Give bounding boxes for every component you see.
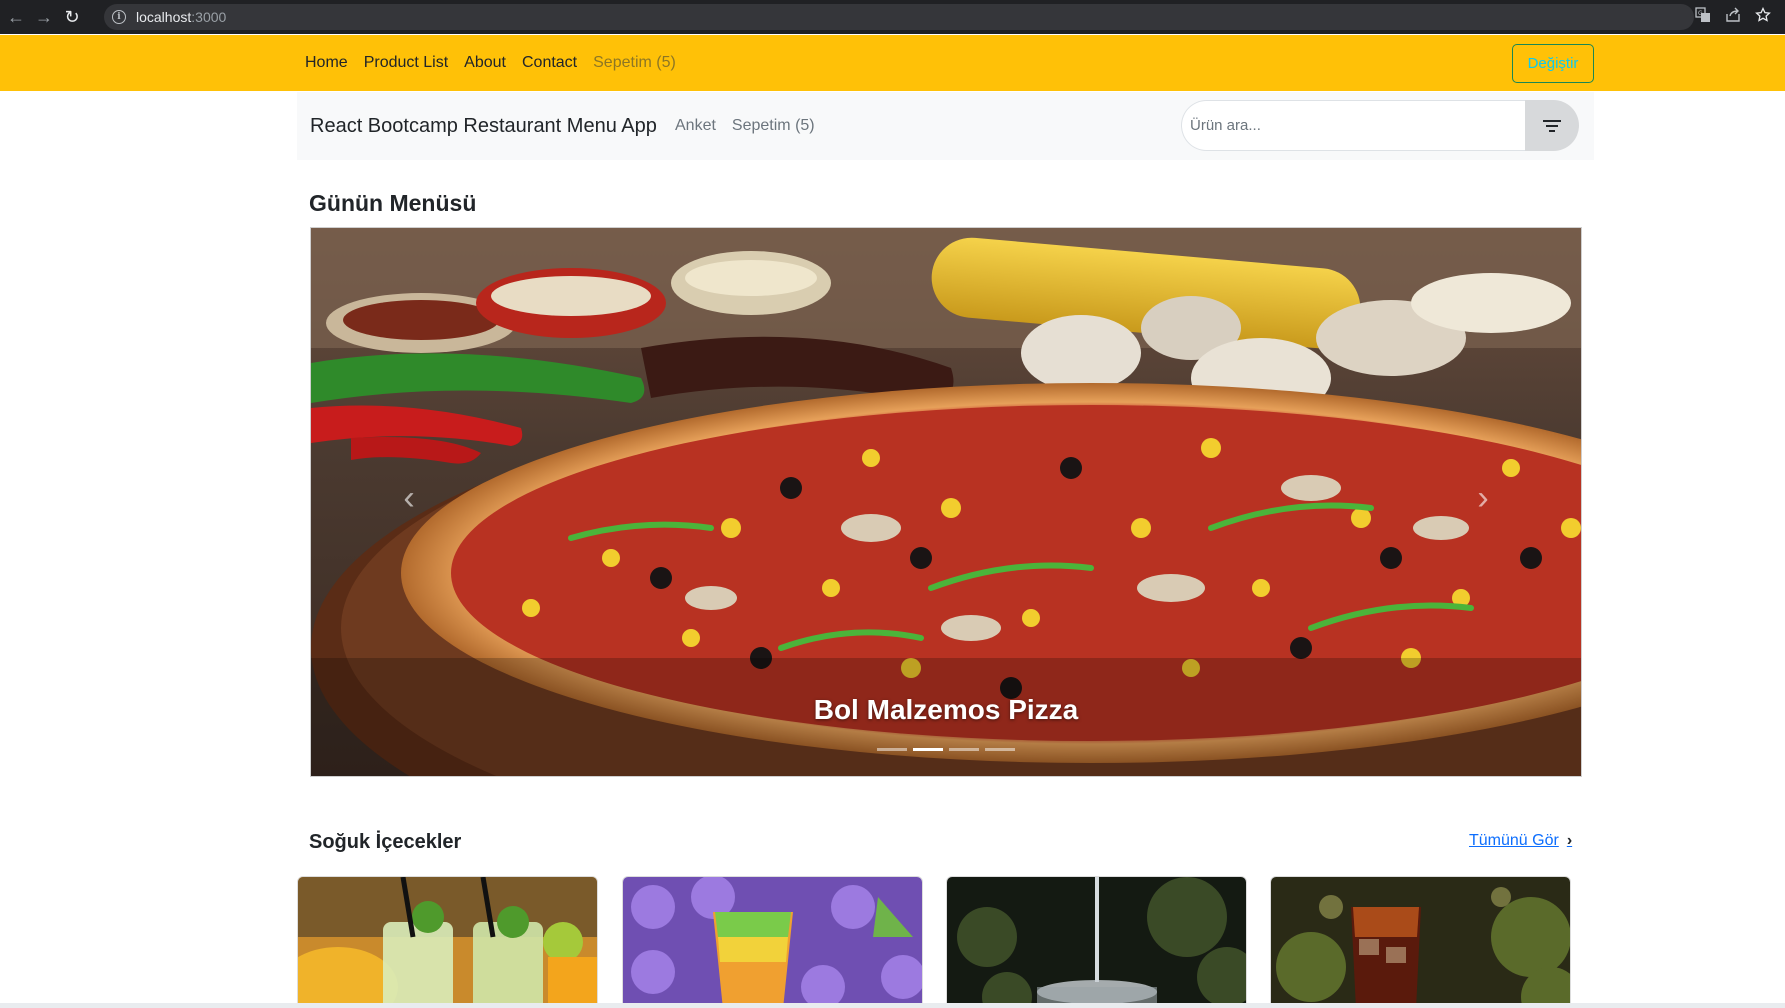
carousel-indicator[interactable]: [985, 748, 1015, 751]
nav-link-home[interactable]: Home: [305, 54, 348, 72]
drink-card[interactable]: [1270, 876, 1571, 1008]
url-port: :3000: [191, 9, 227, 25]
browser-actions: G: [1695, 0, 1771, 34]
rainbow-drink-image: [623, 877, 922, 1007]
see-all-link[interactable]: Tümünü Gör ›: [1469, 832, 1572, 850]
svg-text:G: G: [1698, 10, 1703, 17]
nav-link-product-list[interactable]: Product List: [364, 54, 448, 72]
reload-icon[interactable]: ↻: [58, 0, 86, 34]
brand-title[interactable]: React Bootcamp Restaurant Menu App: [310, 92, 657, 160]
nav-link-contact[interactable]: Contact: [522, 54, 577, 72]
carousel-indicators: [311, 748, 1581, 751]
forward-arrow-icon[interactable]: →: [30, 0, 58, 34]
toggle-theme-button[interactable]: Değiştir: [1512, 44, 1594, 83]
secondary-navbar: React Bootcamp Restaurant Menu App Anket…: [297, 92, 1594, 160]
drink-card[interactable]: [297, 876, 598, 1008]
water-pour-image: [947, 877, 1246, 1007]
search-input[interactable]: [1181, 100, 1525, 151]
back-arrow-icon[interactable]: ←: [2, 0, 30, 34]
browser-toolbar: ← → ↻ i localhost:3000 G: [0, 0, 1785, 34]
nav-link-cart-secondary[interactable]: Sepetim (5): [732, 117, 815, 135]
top-nav-links: Home Product List About Contact Sepetim …: [305, 35, 676, 91]
nav-link-survey[interactable]: Anket: [675, 117, 716, 135]
see-all-label: Tümünü Gör: [1469, 832, 1559, 849]
mojito-drink-image: [298, 877, 597, 1007]
chevron-right-icon: ›: [1566, 832, 1573, 849]
carousel-prev-icon[interactable]: ‹: [389, 478, 429, 518]
address-bar[interactable]: i localhost:3000: [104, 4, 1694, 30]
info-icon[interactable]: i: [112, 10, 126, 24]
share-icon[interactable]: [1725, 7, 1741, 27]
carousel-caption: Bol Malzemos Pizza: [813, 694, 1079, 725]
horizontal-scrollbar[interactable]: [0, 1003, 1785, 1008]
carousel-indicator[interactable]: [877, 748, 907, 751]
search-group: [1181, 100, 1579, 151]
secondary-nav-links: Anket Sepetim (5): [675, 92, 815, 160]
drink-card[interactable]: [622, 876, 923, 1008]
cold-drinks-title: Soğuk İçecekler: [309, 831, 462, 853]
carousel-indicator-active[interactable]: [913, 748, 943, 751]
cola-ice-image: [1271, 877, 1570, 1007]
menu-carousel[interactable]: ‹ › Bol Malzemos Pizza: [310, 227, 1582, 777]
menu-of-day-title: Günün Menüsü: [309, 190, 477, 216]
bookmark-star-icon[interactable]: [1755, 6, 1771, 27]
filter-button[interactable]: [1525, 100, 1579, 151]
nav-link-cart[interactable]: Sepetim (5): [593, 54, 676, 72]
translate-icon[interactable]: G: [1695, 7, 1711, 27]
carousel-indicator[interactable]: [949, 748, 979, 751]
drink-card[interactable]: [946, 876, 1247, 1008]
filter-icon: [1543, 119, 1561, 132]
url-host: localhost: [136, 9, 192, 25]
nav-link-about[interactable]: About: [464, 54, 506, 72]
url-text: localhost:3000: [136, 9, 226, 25]
carousel-next-icon[interactable]: ›: [1463, 478, 1503, 518]
